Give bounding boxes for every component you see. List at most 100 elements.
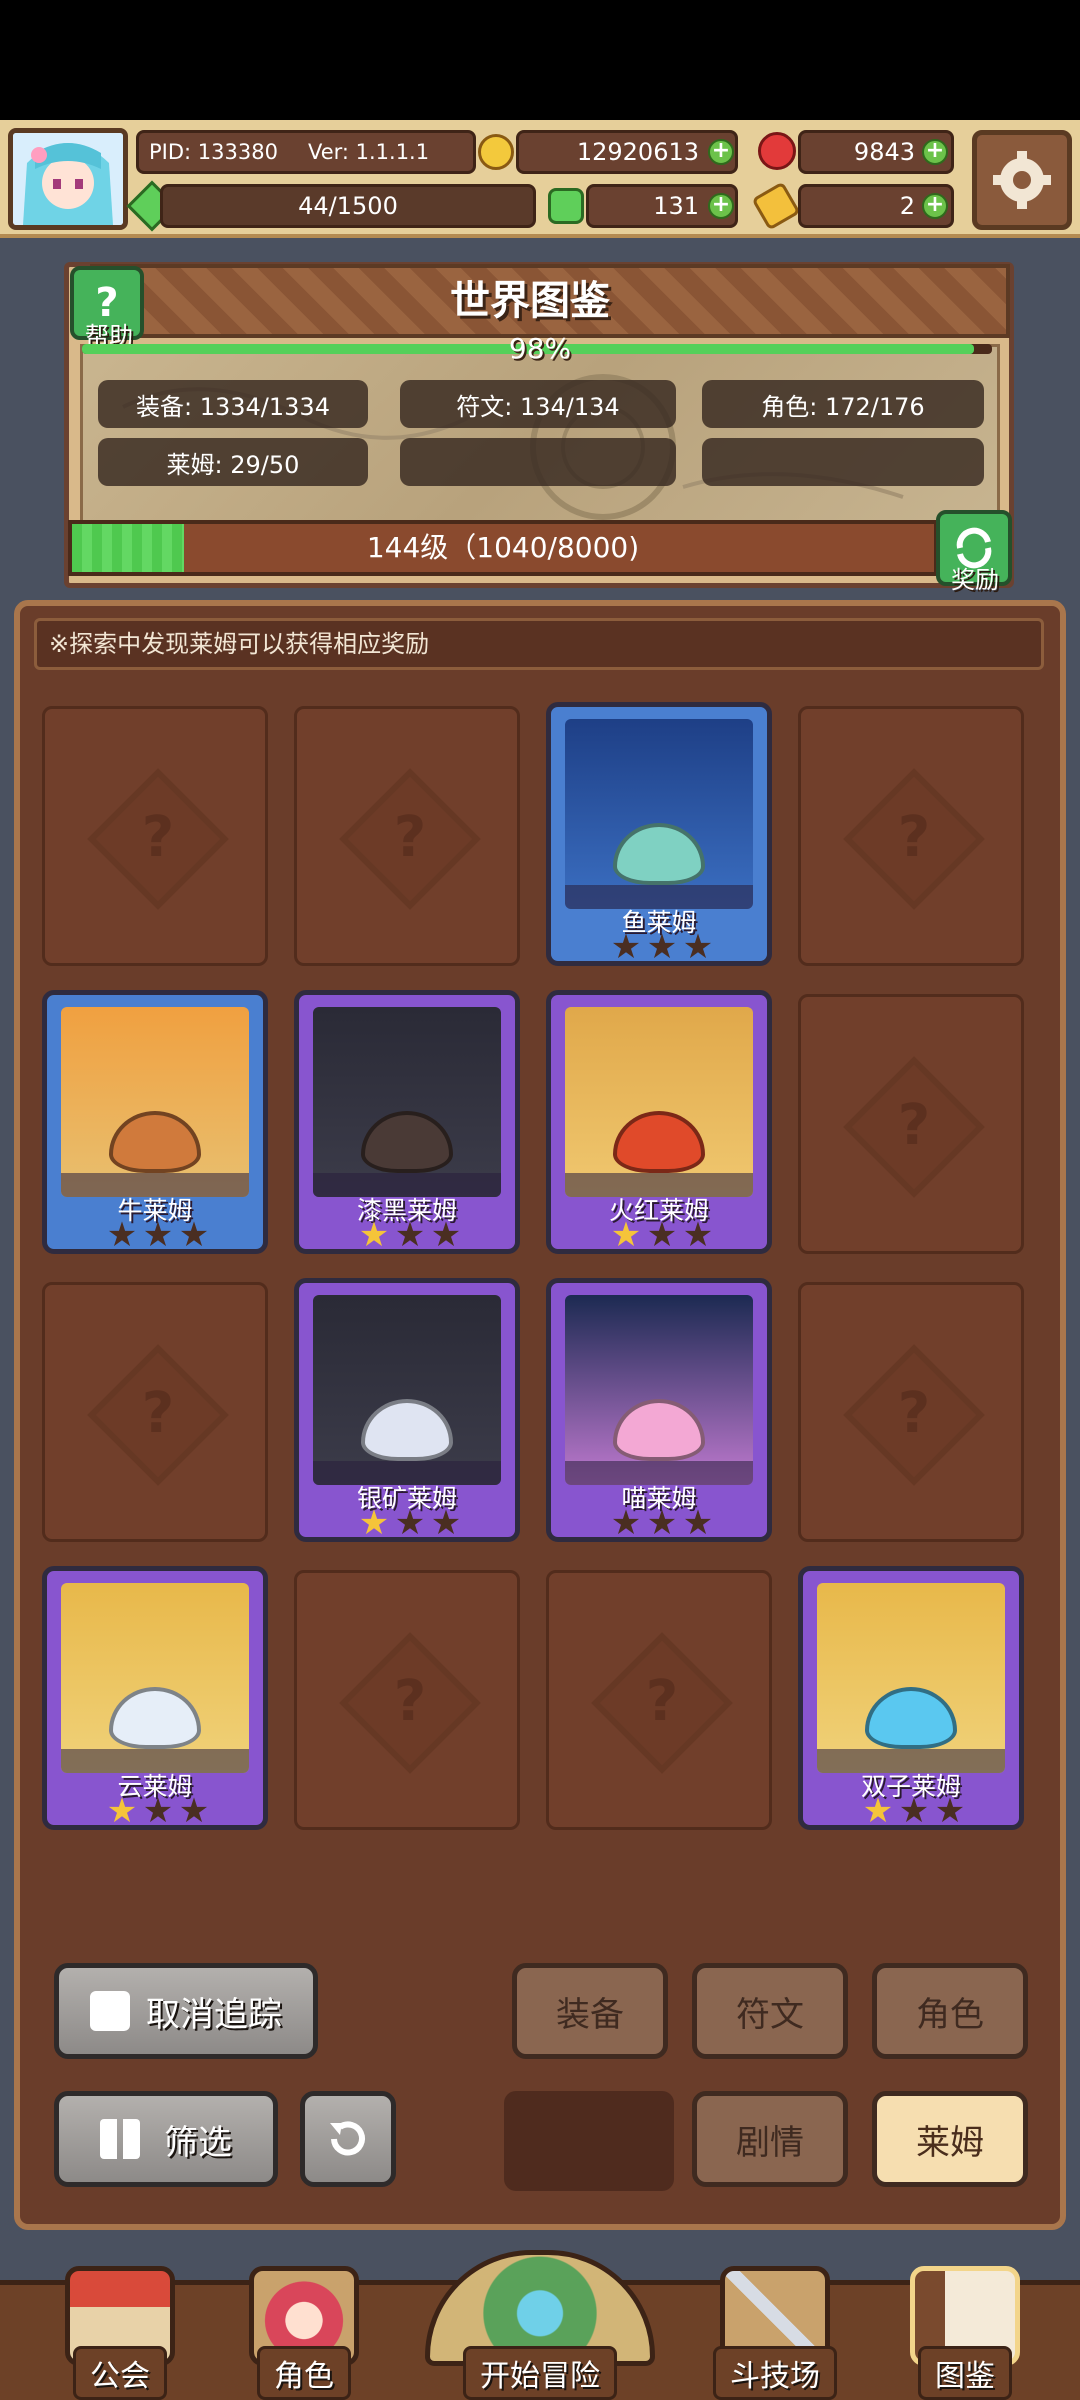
player-avatar[interactable] [8, 128, 128, 230]
slime-grid[interactable]: ?? 鱼莱姆 ★ ★ ★? 牛莱姆 ★ ★ ★ 漆黑莱姆 ★ ★ ★ 火红莱姆 ★ ★ ★?? 银矿莱姆 ★ ★ ★ 喵莱… [30, 696, 1050, 1918]
nav-character[interactable]: 角色 [224, 2250, 384, 2400]
star-filled-icon: ★ [610, 1215, 642, 1255]
slime-card[interactable]: 双子莱姆 ★ ★ ★ [798, 1566, 1024, 1830]
nav-adventure[interactable]: 开始冒险 [410, 2250, 670, 2400]
nav-codex-label: 图鉴 [918, 2346, 1012, 2400]
star-filled-icon: ★ [358, 1215, 390, 1255]
question-mark-icon: ? [897, 1093, 931, 1158]
nav-guild[interactable]: 公会 [40, 2250, 200, 2400]
codex-level-text: 144级（1040/8000) [366, 531, 640, 564]
energy-pill: 44/1500 [160, 184, 536, 228]
slime-artwork [565, 719, 753, 909]
ruby-gem-icon [758, 132, 796, 170]
clover-amount: 131 [653, 192, 699, 220]
slime-sprite-icon [109, 1111, 201, 1173]
slime-card[interactable]: 漆黑莱姆 ★ ★ ★ [294, 990, 520, 1254]
star-empty-icon: ★ [142, 1215, 174, 1255]
key-icon [751, 181, 801, 231]
star-rating: ★ ★ ★ [607, 1503, 717, 1543]
star-rating: ★ ★ ★ [103, 1791, 213, 1831]
settings-button[interactable] [972, 130, 1072, 230]
question-mark-icon: ? [393, 1669, 427, 1734]
slime-card[interactable]: 银矿莱姆 ★ ★ ★ [294, 1278, 520, 1542]
reset-icon [330, 2121, 365, 2156]
add-key-button[interactable]: + [922, 193, 948, 219]
star-empty-icon: ★ [394, 1503, 426, 1543]
filter-button[interactable]: 筛选 [54, 2091, 278, 2187]
slime-artwork [565, 1007, 753, 1197]
nav-arena[interactable]: 斗技场 [690, 2250, 860, 2400]
empty-slime-slot[interactable]: ? [42, 706, 268, 966]
star-filled-icon: ★ [106, 1791, 138, 1831]
notice-bar: ※探索中发现莱姆可以获得相应奖励 [34, 618, 1044, 670]
reset-filter-button[interactable] [300, 2091, 396, 2187]
grid-icon [100, 2119, 140, 2159]
slime-card[interactable]: 火红莱姆 ★ ★ ★ [546, 990, 772, 1254]
tab-equipment[interactable]: 装备 [512, 1963, 668, 2059]
tab-slimes[interactable]: 莱姆 [872, 2091, 1028, 2187]
avatar-girl-icon [13, 133, 123, 225]
empty-slime-slot[interactable]: ? [546, 1570, 772, 1830]
empty-slime-slot[interactable]: ? [798, 706, 1024, 966]
empty-slime-slot[interactable]: ? [798, 1282, 1024, 1542]
slime-artwork [313, 1007, 501, 1197]
filter-label: 筛选 [164, 2122, 232, 2163]
star-empty-icon: ★ [430, 1215, 462, 1255]
stat-empty-1 [400, 438, 676, 486]
empty-slime-slot[interactable]: ? [798, 994, 1024, 1254]
slime-artwork [817, 1583, 1005, 1773]
star-filled-icon: ★ [862, 1791, 894, 1831]
add-gems-button[interactable]: + [922, 139, 948, 165]
stat-equipment: 装备: 1334/1334 [98, 380, 368, 428]
stat-runes: 符文: 134/134 [400, 380, 676, 428]
question-mark-icon: ? [645, 1669, 679, 1734]
empty-tab-slot [504, 2091, 674, 2191]
star-empty-icon: ★ [430, 1503, 462, 1543]
world-map-background [80, 344, 1000, 524]
star-filled-icon: ★ [358, 1503, 390, 1543]
pid-version-pill: PID: 133380 Ver: 1.1.1.1 [136, 130, 476, 174]
slime-card[interactable]: 喵莱姆 ★ ★ ★ [546, 1278, 772, 1542]
version-text: Ver: 1.1.1.1 [307, 140, 430, 164]
nav-codex[interactable]: 图鉴 [880, 2250, 1050, 2400]
tab-runes[interactable]: 符文 [692, 1963, 848, 2059]
stat-characters: 角色: 172/176 [702, 380, 984, 428]
slime-card[interactable]: 云莱姆 ★ ★ ★ [42, 1566, 268, 1830]
star-rating: ★ ★ ★ [859, 1791, 969, 1831]
question-mark-icon: ? [141, 1381, 175, 1446]
gear-icon [993, 151, 1051, 209]
screen: PID: 133380 Ver: 1.1.1.1 12920613 + 9843… [0, 0, 1080, 2400]
question-mark-icon: ? [141, 805, 175, 870]
empty-slime-slot[interactable]: ? [294, 1570, 520, 1830]
nav-character-label: 角色 [257, 2346, 351, 2400]
gold-coin-icon [478, 134, 514, 170]
empty-slime-slot[interactable]: ? [294, 706, 520, 966]
star-empty-icon: ★ [646, 927, 678, 967]
star-rating: ★ ★ ★ [103, 1215, 213, 1255]
slime-sprite-icon [109, 1687, 201, 1749]
star-rating: ★ ★ ★ [355, 1215, 465, 1255]
star-empty-icon: ★ [934, 1791, 966, 1831]
thumb-icon [90, 1991, 130, 2031]
add-gold-button[interactable]: + [708, 139, 734, 165]
slime-sprite-icon [613, 1399, 705, 1461]
slime-card[interactable]: 牛莱姆 ★ ★ ★ [42, 990, 268, 1254]
untrack-button[interactable]: 取消追踪 [54, 1963, 318, 2059]
slime-card[interactable]: 鱼莱姆 ★ ★ ★ [546, 702, 772, 966]
stat-slimes: 莱姆: 29/50 [98, 438, 368, 486]
star-empty-icon: ★ [610, 1503, 642, 1543]
tab-characters[interactable]: 角色 [872, 1963, 1028, 2059]
slime-artwork [565, 1295, 753, 1485]
reward-label: 奖励 [951, 566, 999, 594]
codex-title: 世界图鉴 [450, 278, 610, 324]
star-empty-icon: ★ [682, 1503, 714, 1543]
star-empty-icon: ★ [106, 1215, 138, 1255]
question-mark-icon: ? [897, 805, 931, 870]
bottom-controls: 取消追踪 筛选 装备 符文 角色 剧情 莱姆 [30, 1935, 1050, 2225]
tab-story[interactable]: 剧情 [692, 2091, 848, 2187]
stat-empty-2 [702, 438, 984, 486]
key-amount: 2 [899, 192, 915, 220]
star-empty-icon: ★ [682, 1215, 714, 1255]
empty-slime-slot[interactable]: ? [42, 1282, 268, 1542]
add-clover-button[interactable]: + [708, 193, 734, 219]
